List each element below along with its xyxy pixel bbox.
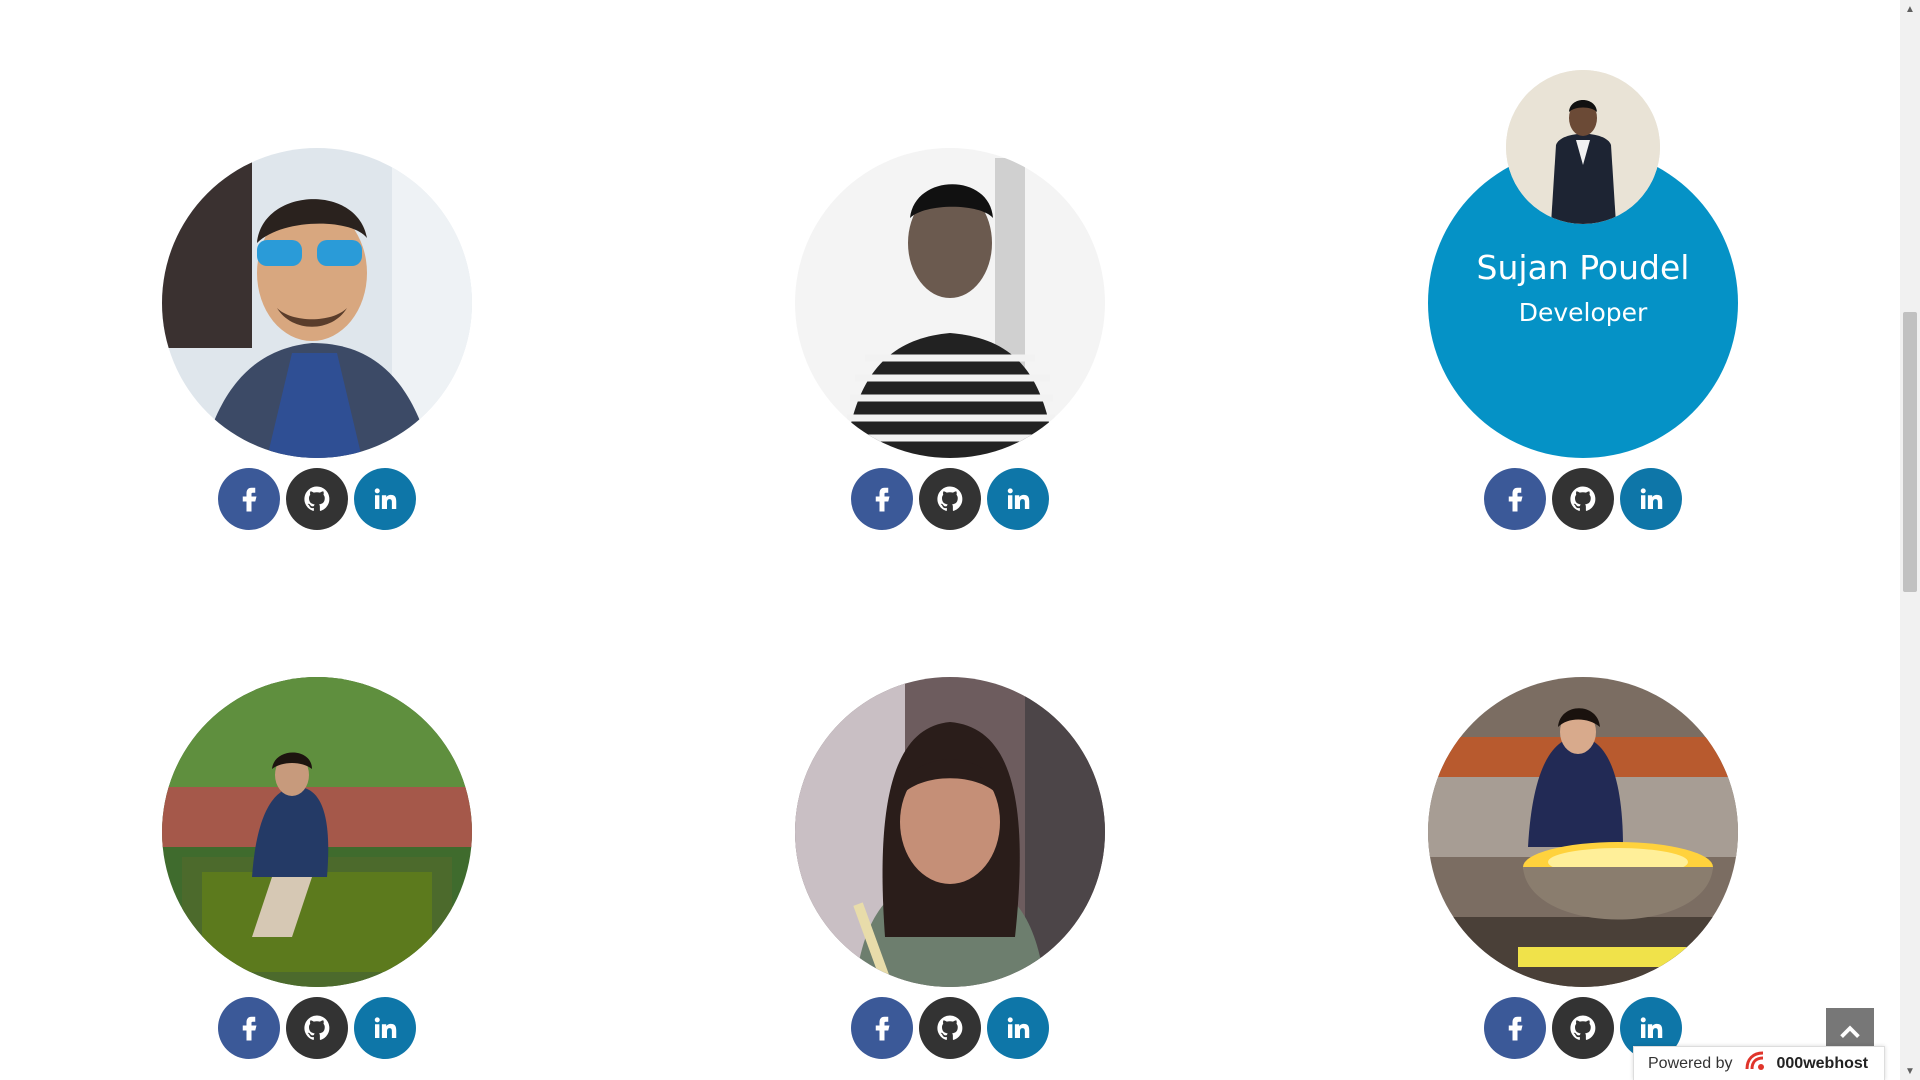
facebook-icon[interactable] xyxy=(1484,468,1546,530)
linkedin-icon[interactable] xyxy=(1620,468,1682,530)
brand-name: 000webhost xyxy=(1776,1054,1869,1072)
powered-by-badge[interactable]: Powered by 000webhost xyxy=(1633,1046,1885,1080)
chevron-up-icon xyxy=(1840,1025,1860,1038)
member-name: Sujan Poudel xyxy=(1476,248,1690,287)
facebook-icon[interactable] xyxy=(1484,997,1546,1059)
linkedin-icon[interactable] xyxy=(354,997,416,1059)
facebook-icon[interactable] xyxy=(851,997,913,1059)
scroll-down-arrow-icon[interactable]: ▼ xyxy=(1900,1062,1920,1080)
social-links xyxy=(795,468,1105,530)
member-photo-small xyxy=(1506,70,1660,224)
github-icon[interactable] xyxy=(1552,468,1614,530)
member-photo xyxy=(795,148,1105,458)
github-icon[interactable] xyxy=(919,468,981,530)
linkedin-icon[interactable] xyxy=(354,468,416,530)
member-photo xyxy=(1428,677,1738,987)
team-card xyxy=(795,148,1105,530)
member-photo xyxy=(162,148,472,458)
member-photo xyxy=(795,677,1105,987)
powered-label: Powered by xyxy=(1648,1054,1733,1072)
team-card-hovered[interactable]: Sujan Poudel Developer xyxy=(1428,70,1738,530)
facebook-icon[interactable] xyxy=(218,997,280,1059)
team-card xyxy=(1428,677,1738,1059)
github-icon[interactable] xyxy=(286,997,348,1059)
team-section: Sujan Poudel Developer xyxy=(0,0,1900,1080)
webhost-logo-icon xyxy=(1743,1049,1767,1078)
social-links xyxy=(795,997,1105,1059)
team-card xyxy=(795,677,1105,1059)
facebook-icon[interactable] xyxy=(218,468,280,530)
social-links xyxy=(1428,468,1738,530)
linkedin-icon[interactable] xyxy=(987,997,1049,1059)
team-card xyxy=(162,148,472,530)
page-scrollbar[interactable]: ▲ ▼ xyxy=(1900,0,1920,1080)
facebook-icon[interactable] xyxy=(851,468,913,530)
linkedin-icon[interactable] xyxy=(987,468,1049,530)
member-photo xyxy=(162,677,472,987)
member-role: Developer xyxy=(1518,298,1648,327)
github-icon[interactable] xyxy=(1552,997,1614,1059)
scrollbar-thumb[interactable] xyxy=(1903,312,1917,592)
scroll-up-arrow-icon[interactable]: ▲ xyxy=(1900,0,1920,18)
team-card xyxy=(162,677,472,1059)
github-icon[interactable] xyxy=(286,468,348,530)
social-links xyxy=(162,468,472,530)
github-icon[interactable] xyxy=(919,997,981,1059)
social-links xyxy=(162,997,472,1059)
